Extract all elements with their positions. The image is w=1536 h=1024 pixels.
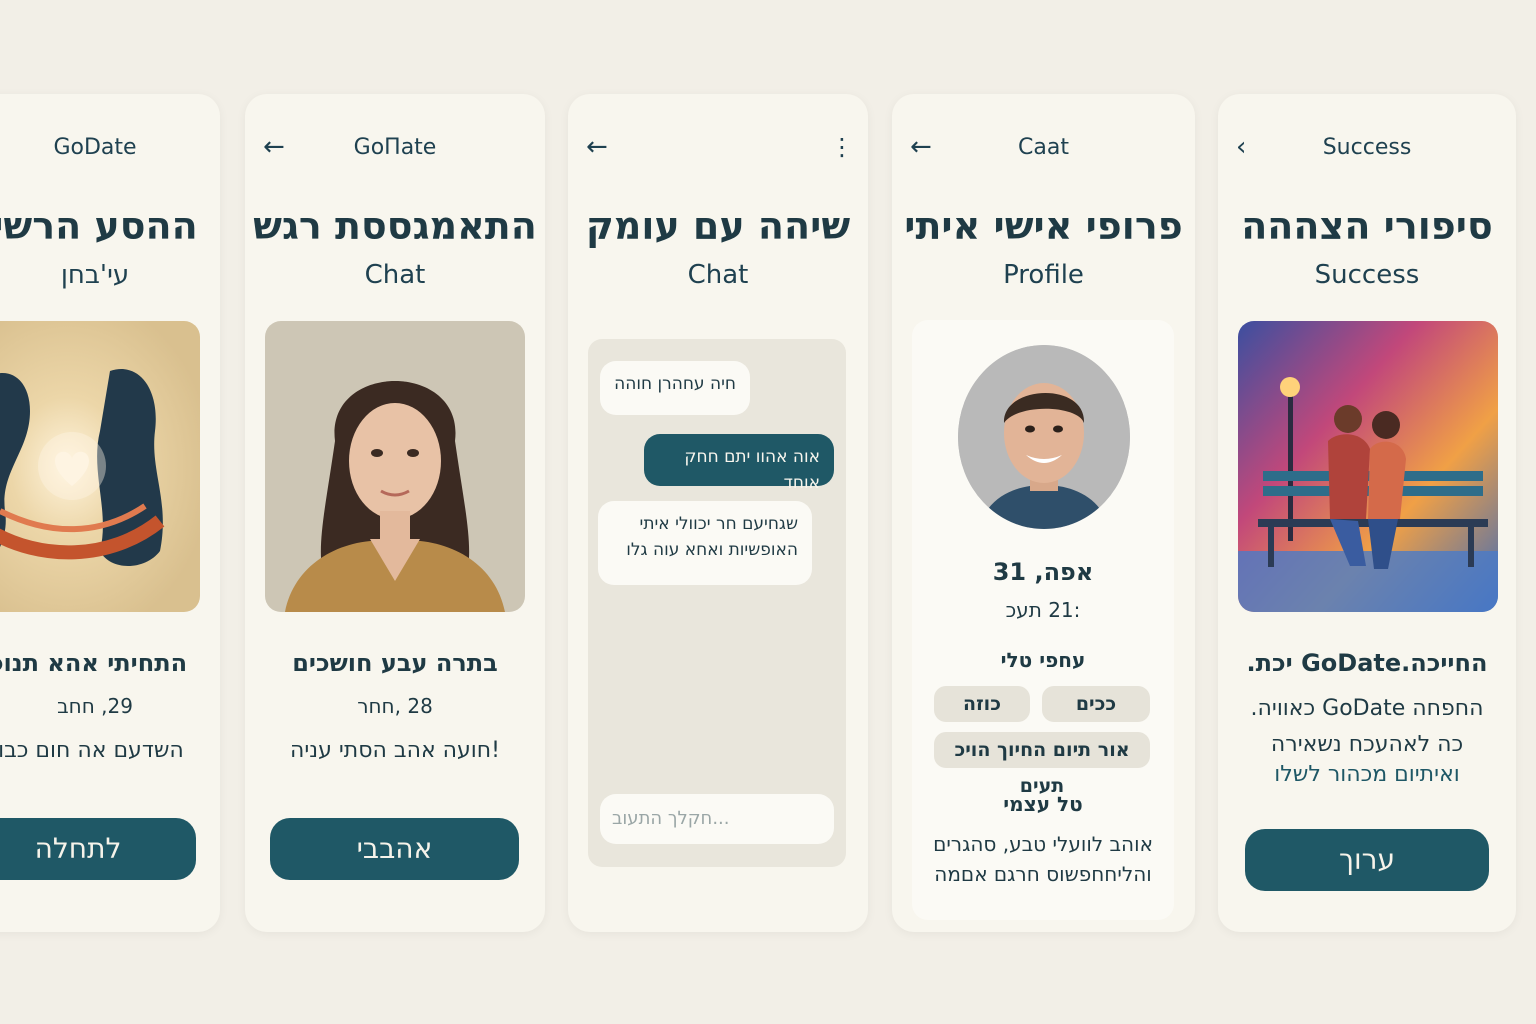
profile-panel: אפה, 31 :21 תעכ עחפי טלי כוזה ככים אור ת… — [912, 320, 1174, 920]
back-arrow-icon[interactable]: ← — [586, 134, 614, 162]
page-title: ההסע הרשי — [0, 204, 198, 248]
page-title: שיהה עם עומק — [585, 204, 851, 248]
message-input[interactable]: חקלך התעוב... — [600, 794, 834, 844]
page-subtitle: Chat — [364, 260, 426, 290]
page-title: סיפורי הצההה — [1241, 204, 1493, 248]
page-subtitle: Profile — [1003, 260, 1084, 290]
page-title: פרופי אישי איתי — [904, 204, 1183, 248]
chat-area: חיה עחהרן חוהה אוה אהוו יתם חחק אוחד שגח… — [588, 339, 846, 867]
page-subtitle: Success — [1314, 260, 1420, 290]
couple-illustration — [0, 321, 200, 612]
page-subtitle: Chat — [687, 260, 749, 290]
success-text: החפחה GoDate כאוויה. — [1250, 696, 1484, 721]
about-text: אוהב לוועלי טבע, סהגרים — [933, 832, 1153, 856]
couple-bench-painting — [1238, 321, 1498, 612]
screen-onboarding: GoDate ההסע הרשי עי'בחן התחיתי אהא תנוכי… — [0, 94, 220, 932]
header-title: GoΠate — [353, 135, 437, 160]
like-button[interactable]: אהבבי — [270, 818, 519, 880]
page-subtitle: עי'בחן — [60, 260, 130, 290]
page-title: התאמגססת רגש — [253, 204, 537, 248]
profile-name: אפה, 31 — [992, 558, 1094, 586]
more-vertical-icon[interactable]: ⋮ — [830, 134, 854, 162]
header-title: Caat — [1018, 135, 1069, 160]
avatar — [958, 345, 1130, 529]
success-link[interactable]: ואיתיום מכהור לשלו — [1218, 762, 1516, 787]
interest-chip[interactable]: אור תיום החיוך הויכ תעים — [934, 732, 1150, 797]
about-title: טל עצמי — [1003, 792, 1083, 816]
message-incoming: חיה עחהרן חוהה — [600, 361, 750, 415]
start-button[interactable]: לתחלה — [0, 818, 196, 880]
profile-name: התחיתי אהא תנוכי — [0, 649, 188, 677]
profile-name: בתרה עבע חושכים — [292, 649, 498, 677]
success-text: כה לאהעכח נשאירה — [1270, 732, 1464, 757]
about-text: והליחחפשוס חרגם אםמה — [934, 862, 1152, 886]
message-incoming: שגחיעם חר יכוולי איתי האופשיות ואחא עוה … — [598, 501, 812, 585]
profile-meta: 29, חחב — [57, 694, 133, 718]
profile-meta: 28 ,חחר — [357, 694, 433, 718]
interest-chip[interactable]: כוזה — [934, 686, 1030, 722]
success-headline: החייכה.GoDate יכת. — [1246, 649, 1488, 677]
header-title: GoDate — [53, 135, 137, 160]
screen-match: ← GoΠate התאמגססת רגש Chat בתרה עבע חושכ… — [245, 94, 545, 932]
message-line: שגחיעם חר יכוולי איתי — [639, 514, 798, 534]
interests-title: עחפי טלי — [1000, 648, 1086, 672]
screen-success: ‹ Success סיפורי הצההה Success החייכה.Go… — [1218, 94, 1516, 932]
message-line: האופשיות ואחא עוה גלו — [626, 540, 798, 560]
interest-chip[interactable]: ככים — [1042, 686, 1150, 722]
profile-photo — [265, 321, 525, 612]
profile-description: !חועה אהב הסתי עניה — [289, 738, 500, 763]
profile-meta: :21 תעכ — [1005, 598, 1081, 622]
screen-chat: ← ⋮ שיהה עם עומק Chat חיה עחהרן חוהה אוה… — [568, 94, 868, 932]
header-title: Success — [1322, 135, 1412, 160]
screen-profile: ← Caat פרופי אישי איתי Profile אפה, 31 :… — [892, 94, 1195, 932]
profile-description: השדעם אה חום כבוץ — [0, 738, 184, 763]
message-outgoing: אוה אהוו יתם חחק אוחד — [644, 434, 834, 493]
edit-button[interactable]: ערוך — [1245, 829, 1489, 891]
